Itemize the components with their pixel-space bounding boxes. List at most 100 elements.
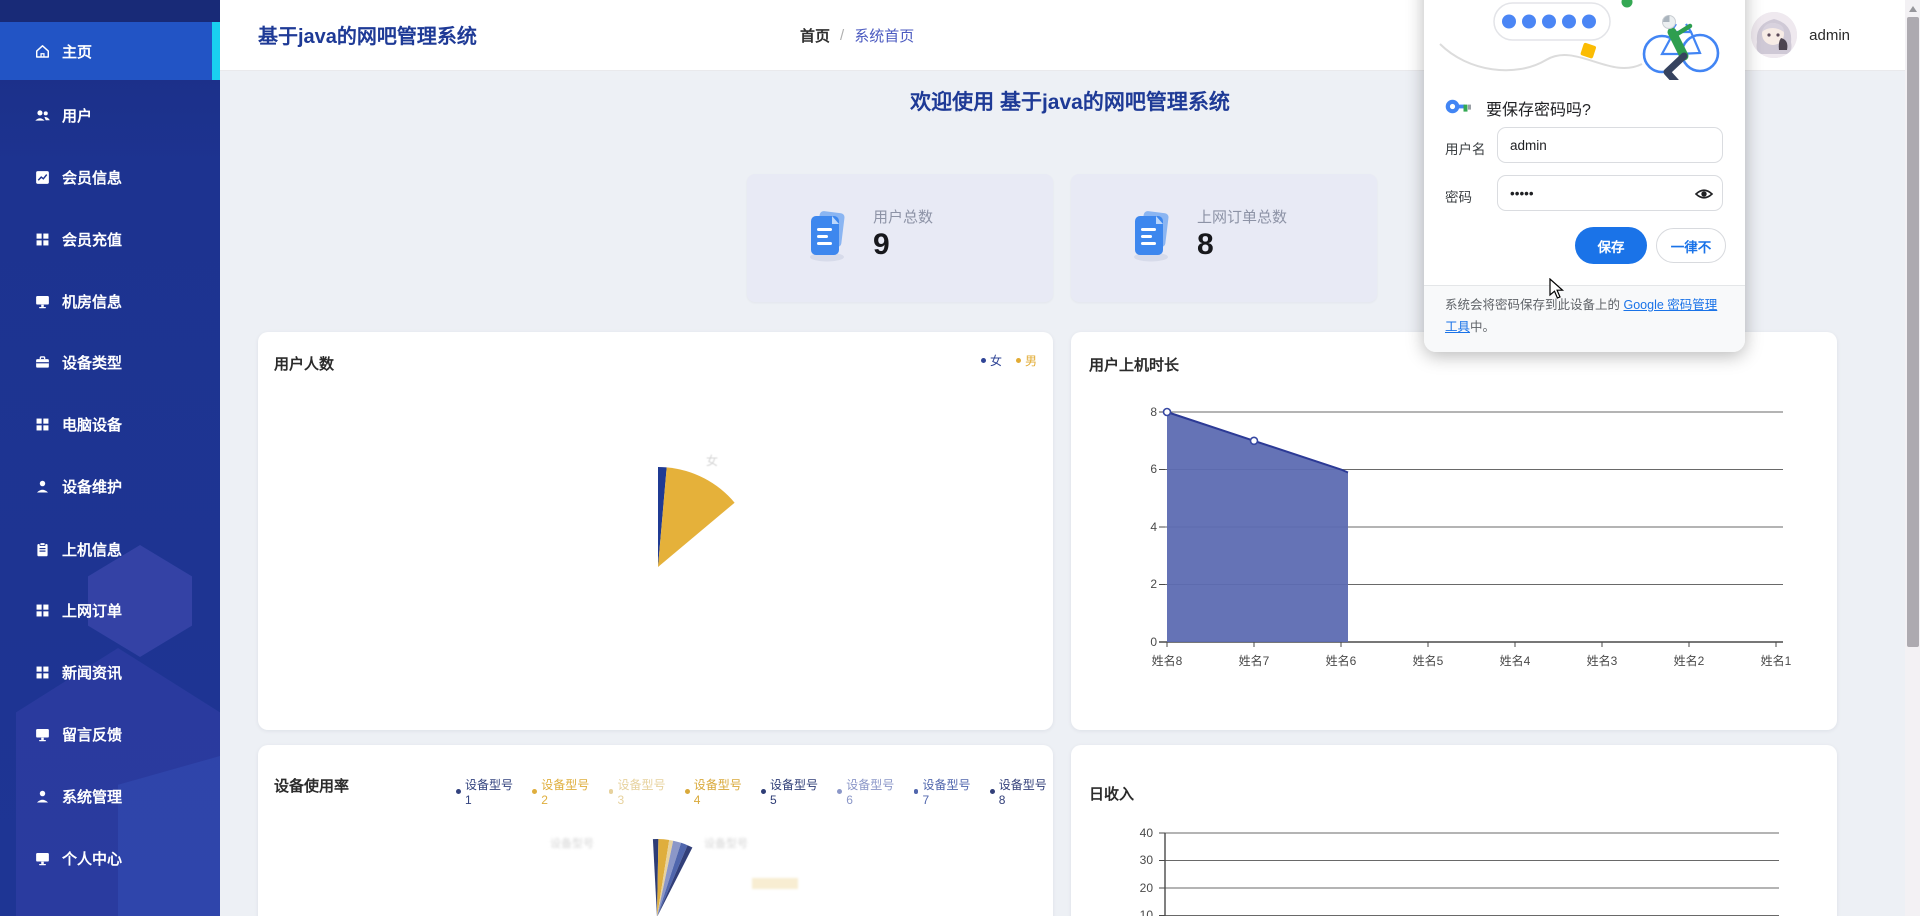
- chart-card-daily-income: 日收入 40 30 20 10: [1071, 745, 1837, 916]
- legend-label: 女: [990, 352, 1002, 369]
- x-tick: 姓名6: [1309, 652, 1373, 669]
- breadcrumb-home[interactable]: 首页: [800, 25, 830, 46]
- grid-icon: [34, 664, 51, 681]
- y-tick: 4: [1127, 520, 1157, 534]
- eye-icon: [1694, 184, 1714, 204]
- sidebar-item-home[interactable]: 主页: [0, 22, 212, 80]
- breadcrumb-separator: /: [840, 27, 844, 44]
- sidebar-item-label: 个人中心: [62, 848, 122, 869]
- pie-chart: [548, 457, 768, 677]
- sidebar-item-member-info[interactable]: 会员信息: [0, 155, 220, 199]
- legend-dot: [1016, 358, 1021, 363]
- sidebar-item-online-orders[interactable]: 上网订单: [0, 588, 220, 632]
- x-tick: 姓名8: [1135, 652, 1199, 669]
- sidebar-item-label: 系统管理: [62, 786, 122, 807]
- footer-text: 系统会将密码保存到此设备上的: [1445, 298, 1623, 312]
- legend-dot: [609, 789, 614, 794]
- legend-item[interactable]: 设备型号6: [837, 776, 900, 807]
- legend-dot: [914, 789, 919, 794]
- pie-slice-male[interactable]: [658, 467, 735, 567]
- username-field[interactable]: [1497, 127, 1723, 163]
- sidebar-item-feedback[interactable]: 留言反馈: [0, 712, 220, 756]
- pie-ghost-label: 女: [706, 452, 718, 469]
- save-password-button[interactable]: 保存: [1575, 227, 1647, 264]
- area-chart: [1071, 332, 1837, 730]
- legend-item[interactable]: 设备型号3: [609, 776, 672, 807]
- legend-dot: [685, 789, 690, 794]
- legend-dot: [761, 789, 766, 794]
- legend-dot: [532, 789, 537, 794]
- username[interactable]: admin: [1809, 27, 1850, 44]
- legend-label: 设备型号2: [541, 776, 595, 807]
- sidebar-item-computer-devices[interactable]: 电脑设备: [0, 402, 220, 446]
- area-fill: [1167, 412, 1348, 642]
- sidebar-item-label: 会员信息: [62, 167, 122, 188]
- y-tick: 8: [1127, 405, 1157, 419]
- sidebar-item-room-info[interactable]: 机房信息: [0, 279, 220, 323]
- app-root: 主页 用户 会员信息 会员充值 机房信息: [0, 0, 1920, 916]
- sidebar-item-label: 设备维护: [62, 476, 122, 497]
- data-point[interactable]: [1164, 409, 1171, 416]
- chart-legend: 设备型号1 设备型号2 设备型号3 设备型号4 设备型号5 设备型号6 设备型号…: [456, 776, 1053, 807]
- x-tick: 姓名4: [1483, 652, 1547, 669]
- stat-value: 9: [873, 228, 890, 262]
- stat-card-orders: 上网订单总数 8: [1071, 174, 1377, 302]
- sidebar-item-news[interactable]: 新闻资讯: [0, 650, 220, 694]
- y-tick: 30: [1123, 853, 1153, 867]
- never-save-button[interactable]: 一律不: [1656, 228, 1726, 263]
- user-icon: [34, 478, 51, 495]
- sidebar: 主页 用户 会员信息 会员充值 机房信息: [0, 0, 220, 916]
- legend-item-male[interactable]: 男: [1016, 352, 1037, 369]
- legend-item-female[interactable]: 女: [981, 352, 1002, 369]
- grid-icon: [34, 416, 51, 433]
- legend-item[interactable]: 设备型号2: [532, 776, 595, 807]
- pie-chart: [577, 834, 737, 916]
- password-field[interactable]: [1497, 175, 1723, 211]
- avatar[interactable]: [1751, 12, 1797, 58]
- sidebar-item-session-info[interactable]: 上机信息: [0, 527, 220, 571]
- legend-item[interactable]: 设备型号4: [685, 776, 748, 807]
- legend-label: 设备型号5: [770, 776, 824, 807]
- sidebar-item-system-management[interactable]: 系统管理: [0, 774, 220, 818]
- monitor-icon: [34, 850, 51, 867]
- sidebar-item-device-maintenance[interactable]: 设备维护: [0, 464, 220, 508]
- show-password-button[interactable]: [1694, 184, 1714, 204]
- pie-ghost-block: [752, 878, 798, 889]
- document-icon: [799, 206, 855, 267]
- monitor-icon: [34, 293, 51, 310]
- x-tick: 姓名7: [1222, 652, 1286, 669]
- password-save-dialog: 要保存密码吗? 用户名 密码 保存 一律不 系统会将密码保存到此设备上的 Goo…: [1424, 0, 1745, 352]
- document-icon: [1123, 206, 1179, 267]
- sidebar-item-personal-center[interactable]: 个人中心: [0, 836, 220, 880]
- grid-icon: [34, 231, 51, 248]
- chart-title: 用户人数: [274, 353, 334, 374]
- sidebar-top-strip: [0, 0, 220, 22]
- sidebar-item-label: 上网订单: [62, 600, 122, 621]
- legend-item[interactable]: 设备型号7: [914, 776, 977, 807]
- y-tick: 2: [1127, 577, 1157, 591]
- sidebar-item-member-recharge[interactable]: 会员充值: [0, 217, 220, 261]
- scrollbar-thumb[interactable]: [1907, 17, 1919, 647]
- stat-label: 用户总数: [873, 206, 933, 227]
- sidebar-item-label: 新闻资讯: [62, 662, 122, 683]
- scrollbar-up-arrow[interactable]: [1909, 6, 1917, 12]
- legend-item[interactable]: 设备型号8: [990, 776, 1053, 807]
- breadcrumb-current[interactable]: 系统首页: [854, 25, 914, 46]
- legend-item[interactable]: 设备型号1: [456, 776, 519, 807]
- x-tick: 姓名5: [1396, 652, 1460, 669]
- cyclist-illustration: [1644, 16, 1718, 81]
- line-chart: [1071, 745, 1837, 916]
- dialog-title: 要保存密码吗?: [1486, 96, 1591, 120]
- clipboard-icon: [34, 541, 51, 558]
- legend-label: 设备型号4: [694, 776, 748, 807]
- footer-suffix: 中。: [1470, 320, 1495, 334]
- grid-icon: [34, 602, 51, 619]
- scrollbar[interactable]: [1905, 0, 1920, 916]
- x-tick: 姓名1: [1744, 652, 1808, 669]
- sidebar-item-device-type[interactable]: 设备类型: [0, 340, 220, 384]
- legend-item[interactable]: 设备型号5: [761, 776, 824, 807]
- sidebar-item-users[interactable]: 用户: [0, 93, 220, 137]
- x-tick: 姓名2: [1657, 652, 1721, 669]
- data-point[interactable]: [1251, 437, 1258, 444]
- briefcase-icon: [34, 354, 51, 371]
